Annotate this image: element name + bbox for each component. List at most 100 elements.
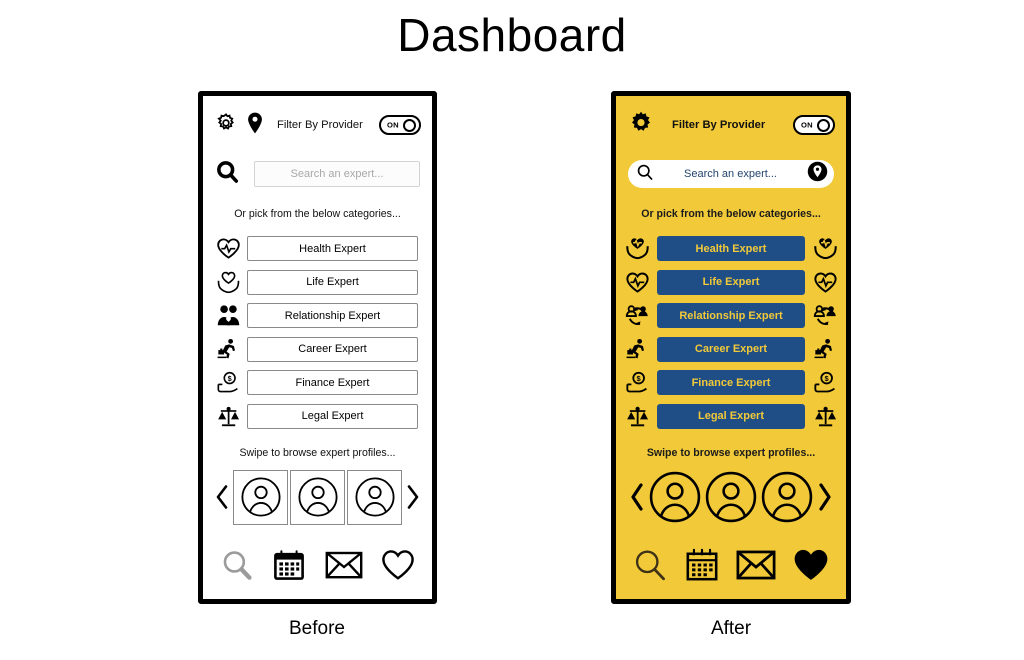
toggle-knob bbox=[403, 118, 417, 132]
category-button-career[interactable]: Career Expert bbox=[247, 336, 418, 362]
category-row-health: Health Expert bbox=[203, 232, 432, 266]
category-row-finance: $ Finance Expert $ bbox=[616, 366, 846, 400]
category-button-career[interactable]: Career Expert bbox=[657, 336, 805, 362]
caption-after: After bbox=[710, 618, 752, 639]
category-button-health[interactable]: Health Expert bbox=[657, 236, 805, 262]
gear-icon[interactable] bbox=[628, 110, 654, 141]
money-in-hand-icon: $ bbox=[211, 371, 245, 394]
heart-pulse-icon bbox=[211, 237, 245, 260]
category-button-relationship[interactable]: Relationship Expert bbox=[657, 303, 805, 329]
chevron-left-icon[interactable] bbox=[212, 484, 232, 510]
avatar-cell[interactable] bbox=[347, 469, 402, 525]
scales-icon bbox=[620, 405, 654, 428]
svg-text:$: $ bbox=[636, 374, 641, 383]
category-row-relationship: Relationship Expert bbox=[203, 299, 432, 333]
chevron-right-icon[interactable] bbox=[815, 482, 835, 512]
search-icon[interactable] bbox=[636, 163, 654, 186]
envelope-icon[interactable] bbox=[325, 550, 363, 580]
before-phone-frame: Filter By Provider ON Search an expert..… bbox=[198, 91, 437, 604]
search-icon[interactable] bbox=[215, 159, 240, 189]
before-profile-carousel bbox=[203, 466, 432, 528]
scales-icon bbox=[808, 405, 842, 428]
before-search-row: Search an expert... bbox=[203, 154, 432, 194]
calendar-icon[interactable] bbox=[272, 548, 306, 582]
after-screen: Filter By Provider ON Search an expert..… bbox=[616, 96, 846, 599]
search-placeholder: Search an expert... bbox=[290, 168, 384, 180]
filter-toggle[interactable]: ON bbox=[793, 115, 835, 135]
filter-toggle[interactable]: ON bbox=[379, 115, 421, 135]
category-row-finance: $ Finance Expert bbox=[203, 366, 432, 400]
gear-icon[interactable] bbox=[215, 112, 237, 139]
category-button-finance[interactable]: Finance Expert bbox=[657, 370, 805, 396]
avatar-cell[interactable] bbox=[702, 468, 760, 526]
briefcase-runner-icon bbox=[211, 338, 245, 361]
search-icon[interactable] bbox=[220, 548, 254, 582]
category-row-life: Life Expert bbox=[203, 266, 432, 300]
heart-in-hands-icon bbox=[808, 237, 842, 260]
category-button-life[interactable]: Life Expert bbox=[247, 269, 418, 295]
swipe-hint: Swipe to browse expert profiles... bbox=[239, 447, 396, 459]
category-button-finance[interactable]: Finance Expert bbox=[247, 370, 418, 396]
location-pin-icon[interactable] bbox=[807, 161, 828, 187]
search-input[interactable]: Search an expert... bbox=[628, 160, 834, 188]
after-phone-frame: Filter By Provider ON Search an expert..… bbox=[611, 91, 851, 604]
before-screen: Filter By Provider ON Search an expert..… bbox=[203, 96, 432, 599]
svg-text:$: $ bbox=[824, 374, 829, 383]
category-button-legal[interactable]: Legal Expert bbox=[657, 403, 805, 429]
before-bottom-nav bbox=[203, 537, 432, 593]
category-row-life: Life Expert bbox=[616, 266, 846, 300]
category-row-career: Career Expert bbox=[616, 333, 846, 367]
comparison-canvas: Dashboard Filter By Provider ON Search a… bbox=[0, 0, 1024, 660]
before-topbar: Filter By Provider ON bbox=[203, 96, 432, 154]
chevron-right-icon[interactable] bbox=[403, 484, 423, 510]
category-row-relationship: Relationship Expert bbox=[616, 299, 846, 333]
avatar-strip bbox=[647, 468, 815, 526]
search-input[interactable]: Search an expert... bbox=[254, 161, 420, 187]
briefcase-runner-icon bbox=[620, 338, 654, 361]
category-button-life[interactable]: Life Expert bbox=[657, 269, 805, 295]
category-button-health[interactable]: Health Expert bbox=[247, 236, 418, 262]
caption-before: Before bbox=[289, 618, 345, 639]
calendar-icon[interactable] bbox=[684, 547, 720, 583]
after-topbar: Filter By Provider ON bbox=[616, 96, 846, 154]
filter-by-provider-label: Filter By Provider bbox=[672, 119, 766, 131]
avatar-cell[interactable] bbox=[646, 468, 704, 526]
filter-by-provider-label: Filter By Provider bbox=[277, 119, 363, 131]
category-row-health: Health Expert bbox=[616, 232, 846, 266]
couple-icon bbox=[211, 304, 245, 327]
money-in-hand-icon: $ bbox=[808, 371, 842, 394]
category-button-legal[interactable]: Legal Expert bbox=[247, 403, 418, 429]
before-category-list: Health Expert Life Expert Relationship E… bbox=[203, 232, 432, 433]
categories-hint: Or pick from the below categories... bbox=[234, 208, 401, 220]
after-search-row: Search an expert... bbox=[616, 154, 846, 194]
people-exchange-icon bbox=[808, 304, 842, 327]
envelope-icon[interactable] bbox=[736, 549, 776, 581]
chevron-left-icon[interactable] bbox=[627, 482, 647, 512]
briefcase-runner-icon bbox=[808, 338, 842, 361]
heart-in-hands-icon bbox=[211, 271, 245, 294]
people-exchange-icon bbox=[620, 304, 654, 327]
avatar-cell[interactable] bbox=[290, 469, 345, 525]
search-icon[interactable] bbox=[632, 547, 668, 583]
svg-text:$: $ bbox=[227, 374, 231, 383]
after-bottom-nav bbox=[616, 537, 846, 593]
after-profile-carousel bbox=[616, 466, 846, 528]
heart-icon[interactable] bbox=[381, 549, 415, 581]
category-button-relationship[interactable]: Relationship Expert bbox=[247, 303, 418, 329]
search-placeholder: Search an expert... bbox=[684, 168, 777, 180]
location-pin-icon[interactable] bbox=[247, 112, 263, 139]
money-in-hand-icon: $ bbox=[620, 371, 654, 394]
swipe-hint: Swipe to browse expert profiles... bbox=[646, 447, 816, 459]
heart-in-hands-icon bbox=[620, 237, 654, 260]
avatar-strip bbox=[232, 469, 403, 525]
scales-icon bbox=[211, 405, 245, 428]
toggle-state-label: ON bbox=[387, 120, 399, 130]
avatar-cell[interactable] bbox=[233, 469, 288, 525]
heart-filled-icon[interactable] bbox=[792, 548, 830, 582]
page-title: Dashboard bbox=[397, 9, 627, 61]
toggle-knob bbox=[817, 118, 831, 132]
avatar-cell[interactable] bbox=[758, 468, 816, 526]
category-row-career: Career Expert bbox=[203, 333, 432, 367]
category-row-legal: Legal Expert bbox=[616, 400, 846, 434]
after-category-list: Health Expert Life Expert Relationship E… bbox=[616, 232, 846, 433]
